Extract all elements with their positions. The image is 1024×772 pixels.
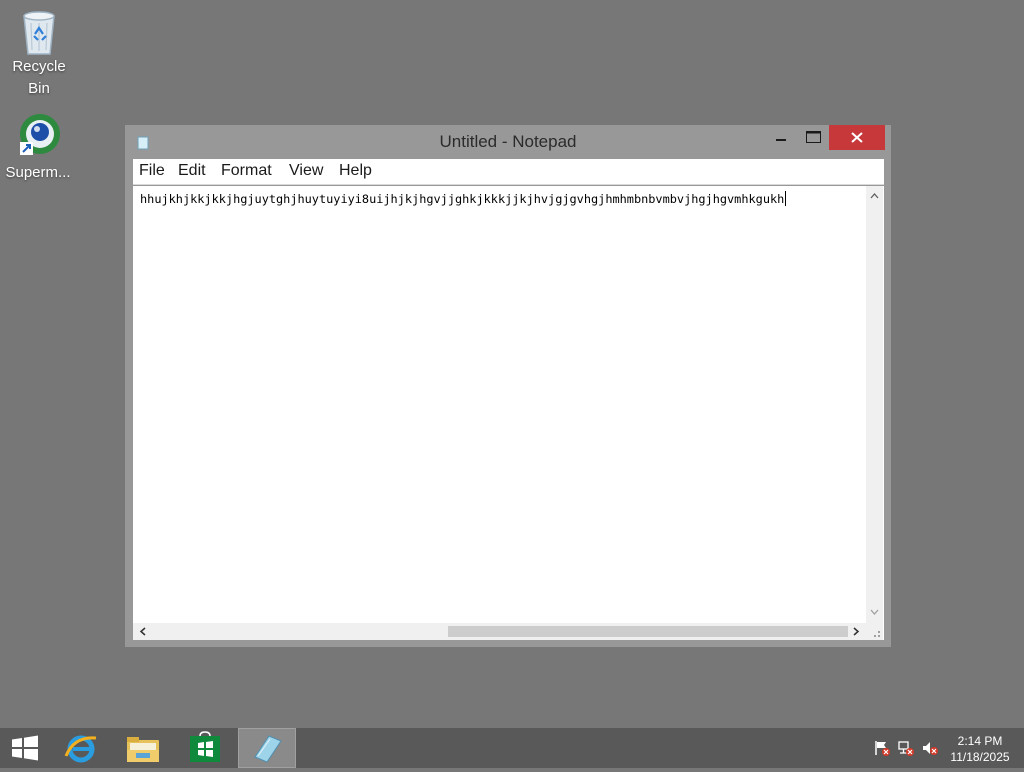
resize-grip-icon[interactable] xyxy=(866,623,883,640)
title-bar[interactable]: Untitled - Notepad xyxy=(125,125,891,159)
menu-format[interactable]: Format xyxy=(221,162,272,180)
text-line: hhujkhjkkjkkjhgjuytghjhuytuyiyi8uijhjkjh… xyxy=(140,192,785,206)
desktop-icon-recycle-bin[interactable]: Recycle Bin xyxy=(1,6,77,100)
menu-help[interactable]: Help xyxy=(339,162,372,180)
horizontal-scrollbar[interactable] xyxy=(133,623,866,640)
text-caret xyxy=(785,191,787,206)
scroll-left-icon xyxy=(139,627,146,636)
superm-app-icon xyxy=(14,112,62,162)
windows-logo-icon xyxy=(12,735,38,761)
desktop-icon-label: Recycle Bin xyxy=(12,58,66,97)
clock-time: 2:14 PM xyxy=(957,734,1003,748)
taskbar-internet-explorer[interactable] xyxy=(52,728,110,768)
action-center-flag-icon[interactable] xyxy=(874,740,890,756)
text-editor[interactable]: hhujkhjkkjkkjhgjuytghjhuytuyiyi8uijhjkjh… xyxy=(133,186,884,640)
taskbar: 2:14 PM 11/18/2025 xyxy=(0,728,1024,768)
menu-view[interactable]: View xyxy=(289,162,323,180)
close-button[interactable] xyxy=(829,125,885,150)
menu-edit[interactable]: Edit xyxy=(178,162,206,180)
minimize-button[interactable] xyxy=(765,125,797,150)
menu-file[interactable]: File xyxy=(139,162,165,180)
close-icon xyxy=(851,132,863,143)
taskbar-file-explorer[interactable] xyxy=(114,728,172,768)
file-explorer-icon xyxy=(127,737,159,762)
text-content[interactable]: hhujkhjkkjkkjhgjuytghjhuytuyiyi8uijhjkjh… xyxy=(140,190,860,630)
menu-bar: File Edit Format View Help xyxy=(133,159,884,185)
horizontal-scroll-thumb[interactable] xyxy=(448,626,848,637)
taskbar-store[interactable] xyxy=(176,728,234,768)
notepad-window: Untitled - Notepad File Edit Format View… xyxy=(125,125,891,647)
taskbar-clock[interactable]: 2:14 PM 11/18/2025 xyxy=(944,733,1016,765)
network-icon[interactable] xyxy=(898,740,914,756)
scroll-up-icon xyxy=(870,193,879,199)
scroll-right-icon xyxy=(853,627,860,636)
notepad-icon xyxy=(254,735,282,763)
recycle-bin-icon xyxy=(15,6,63,56)
clock-date: 11/18/2025 xyxy=(950,750,1010,764)
store-icon xyxy=(190,731,220,762)
internet-explorer-icon xyxy=(64,735,97,763)
start-button[interactable] xyxy=(0,728,50,768)
desktop-icon-label: Superm... xyxy=(5,164,71,181)
vertical-scrollbar[interactable] xyxy=(866,186,883,623)
maximize-button[interactable] xyxy=(797,125,829,150)
volume-muted-icon[interactable] xyxy=(922,740,938,756)
scroll-down-icon xyxy=(870,609,879,615)
desktop-icon-superm[interactable]: Superm... xyxy=(0,112,76,184)
taskbar-notepad[interactable] xyxy=(238,728,296,768)
